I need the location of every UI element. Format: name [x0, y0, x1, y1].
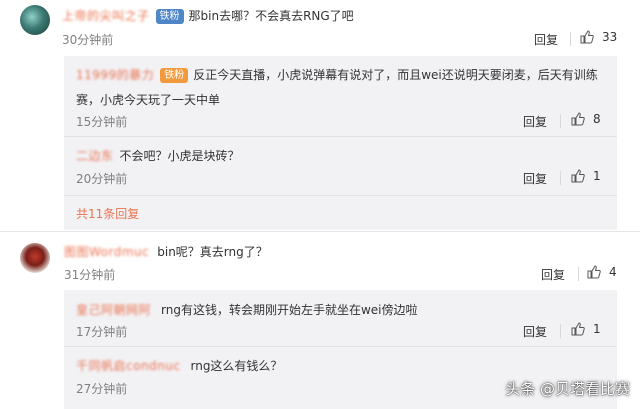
fan-badge: 铁粉: [160, 68, 189, 83]
reply-header: 11999的暴力 铁粉 反正今天直播，小虎说弹幕有说对了，而且wei还说明天要闭麦，…: [76, 66, 598, 83]
thumbs-up-icon: [571, 322, 585, 336]
comment-username[interactable]: 图图Wordmuc: [64, 245, 149, 259]
reply-button[interactable]: 回复: [523, 323, 547, 340]
reply-header: 千同帆启condnuc rng这么有钱么？: [76, 357, 282, 374]
action-divider: [570, 32, 571, 46]
action-divider: [560, 114, 561, 128]
reply-text: rng这么有钱么？: [190, 359, 283, 373]
like-count: 8: [593, 112, 601, 126]
reply-text-line1: 反正今天直播，小虎说弹幕有说对了，而且wei还说明天要闭麦，后天有训练: [193, 68, 598, 82]
like-count: 1: [593, 169, 601, 183]
watermark: 头条 @贝塔看比赛: [505, 380, 630, 398]
thumbs-up-icon: [571, 169, 585, 183]
more-replies-link[interactable]: 共11条回复: [76, 205, 139, 222]
reply-header: 二边东 不会吧？小虎是块砖？: [76, 147, 240, 164]
reply-divider: [64, 136, 617, 137]
like-count: 4: [609, 265, 617, 279]
reply-time: 27分钟前: [76, 382, 128, 396]
reply-time: 15分钟前: [76, 115, 128, 129]
comment-header: 图图Wordmuc bin呢？真去rng了？: [64, 243, 268, 260]
reply-username[interactable]: 千同帆启condnuc: [76, 359, 180, 373]
thumbs-up-icon: [587, 265, 601, 279]
like-button[interactable]: 1: [571, 169, 601, 183]
comment-divider: [0, 231, 640, 232]
reply-divider: [64, 346, 617, 347]
avatar[interactable]: [20, 243, 50, 273]
reply-username[interactable]: 皇己阿朝网阿: [76, 303, 151, 317]
reply-time: 17分钟前: [76, 325, 128, 339]
reply-button[interactable]: 回复: [523, 113, 547, 130]
avatar[interactable]: [20, 5, 50, 35]
action-divider: [578, 267, 579, 281]
comment-time: 31分钟前: [64, 268, 116, 282]
action-divider: [560, 171, 561, 185]
reply-time: 20分钟前: [76, 172, 128, 186]
reply-divider: [64, 195, 617, 196]
like-button[interactable]: 33: [580, 30, 617, 44]
comment-header: 上帝的尖叫之子 铁粉 那bin去哪？不会真去RNG了吧: [62, 7, 354, 24]
comment-time: 30分钟前: [62, 33, 114, 47]
fan-badge: 铁粉: [155, 9, 184, 24]
thumbs-up-icon: [571, 112, 585, 126]
reply-username[interactable]: 二边东: [76, 149, 114, 163]
like-button[interactable]: 1: [571, 322, 601, 336]
reply-button[interactable]: 回复: [541, 266, 565, 283]
like-count: 1: [593, 322, 601, 336]
like-button[interactable]: 4: [587, 265, 617, 279]
comment-text: 那bin去哪？不会真去RNG了吧: [188, 9, 354, 23]
reply-text: 不会吧？小虎是块砖？: [119, 149, 240, 163]
like-count: 33: [602, 30, 618, 44]
reply-button[interactable]: 回复: [534, 31, 558, 48]
reply-header: 皇己阿朝网阿 rng有这钱，转会期刚开始左手就坐在wei傍边啦: [76, 301, 418, 318]
like-button[interactable]: 8: [571, 112, 601, 126]
reply-username[interactable]: 11999的暴力: [76, 68, 154, 82]
comment-text: bin呢？真去rng了？: [157, 245, 268, 259]
reply-text: rng有这钱，转会期刚开始左手就坐在wei傍边啦: [161, 303, 418, 317]
comment-username[interactable]: 上帝的尖叫之子: [62, 9, 150, 23]
action-divider: [560, 324, 561, 338]
thumbs-up-icon: [580, 30, 594, 44]
reply-button[interactable]: 回复: [523, 170, 547, 187]
reply-text-line2: 赛，小虎今天玩了一天中单: [76, 93, 221, 107]
